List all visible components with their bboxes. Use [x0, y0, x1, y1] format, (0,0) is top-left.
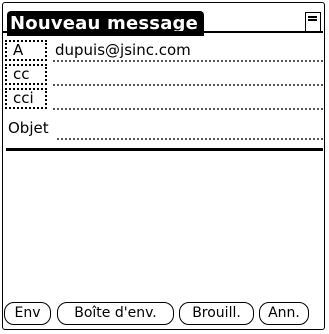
cc-row: cc: [5, 64, 323, 86]
send-button[interactable]: Env: [4, 302, 51, 325]
title-underline: [3, 31, 323, 33]
bcc-field-underline: [53, 108, 323, 110]
button-bar: Env Boîte d'env. Brouill. Ann.: [4, 302, 324, 326]
to-row: A dupuis@jsinc.com: [5, 40, 323, 62]
title-bar: Nouveau message: [3, 3, 324, 36]
header-separator: [6, 148, 323, 151]
message-body[interactable]: [6, 152, 323, 298]
to-field-button[interactable]: A: [5, 40, 47, 61]
subject-field-underline: [57, 138, 323, 140]
subject-row: Objet: [5, 118, 323, 140]
outbox-button[interactable]: Boîte d'env.: [57, 302, 174, 325]
to-field-underline: [53, 60, 323, 62]
cc-field-button[interactable]: cc: [5, 64, 47, 85]
bcc-field-button[interactable]: cci: [5, 88, 47, 109]
to-field-value[interactable]: dupuis@jsinc.com: [55, 41, 191, 59]
bcc-row: cci: [5, 88, 323, 110]
cc-field-underline: [53, 84, 323, 86]
menu-icon[interactable]: [305, 12, 321, 32]
subject-label: Objet: [8, 119, 49, 137]
draft-button[interactable]: Brouill.: [179, 302, 254, 325]
cancel-button[interactable]: Ann.: [259, 302, 309, 325]
